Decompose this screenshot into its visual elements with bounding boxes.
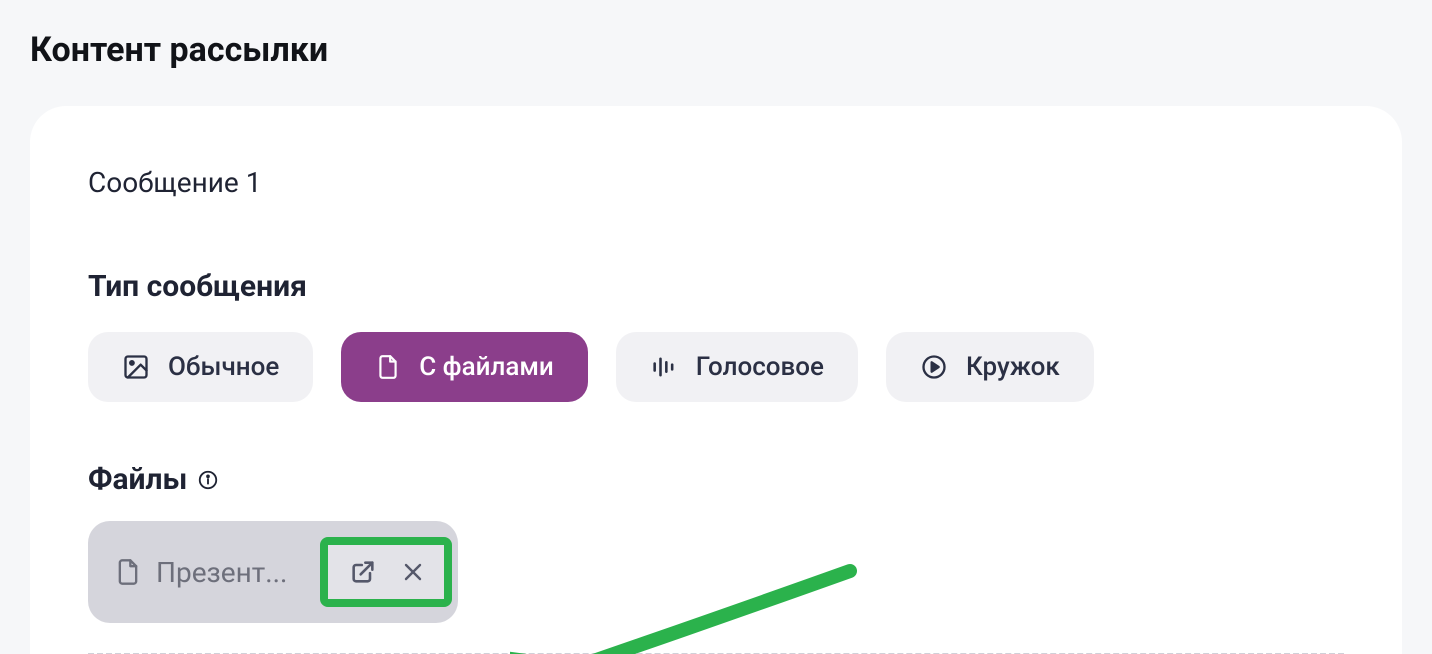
type-option-regular[interactable]: Обычное <box>88 332 313 402</box>
files-label-text: Файлы <box>88 462 187 497</box>
image-icon <box>122 353 150 381</box>
page-title: Контент рассылки <box>30 30 1402 70</box>
document-icon <box>375 354 401 380</box>
type-option-label: Обычное <box>168 352 279 382</box>
files-section-label: Файлы <box>88 462 1344 497</box>
type-option-with-files[interactable]: С файлами <box>341 332 588 402</box>
type-option-label: Голосовое <box>696 352 824 382</box>
type-option-label: С файлами <box>419 352 554 382</box>
file-attachment-chip[interactable]: Презент... <box>88 521 458 623</box>
open-external-icon[interactable] <box>348 557 378 587</box>
document-icon <box>114 558 142 586</box>
annotation-arrow <box>510 561 870 654</box>
audio-wave-icon <box>650 353 678 381</box>
message-type-label: Тип сообщения <box>88 269 1344 304</box>
message-title: Сообщение 1 <box>88 166 1344 199</box>
type-option-circle[interactable]: Кружок <box>886 332 1094 402</box>
file-name: Презент... <box>156 556 306 589</box>
page-root: Контент рассылки Сообщение 1 Тип сообщен… <box>0 0 1432 654</box>
close-icon[interactable] <box>398 557 428 587</box>
info-icon[interactable] <box>197 469 219 491</box>
play-circle-icon <box>920 353 948 381</box>
message-card: Сообщение 1 Тип сообщения Обычное С файл… <box>30 106 1402 654</box>
file-actions-highlight <box>320 537 452 607</box>
type-option-label: Кружок <box>966 352 1060 382</box>
message-type-options: Обычное С файлами Голосовое Кружок <box>88 332 1344 402</box>
type-option-voice[interactable]: Голосовое <box>616 332 858 402</box>
